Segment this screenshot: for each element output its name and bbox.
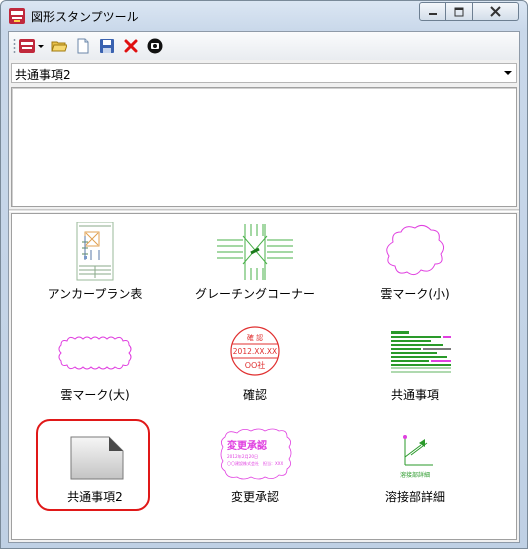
client-area: 共通事項2 アンカープラン表 グレーチングコーナー 雲マーク(小) 雲マーク(大… [8, 31, 520, 543]
app-stamp-icon [9, 8, 25, 24]
chevron-down-icon[interactable] [504, 71, 512, 75]
stamp-label: 変更承認 [230, 490, 279, 504]
stamp-item-cloud-small[interactable]: 雲マーク(小) [335, 216, 495, 316]
maximize-button[interactable] [446, 2, 473, 21]
weld-detail-thumbnail: 溶接部詳細 [400, 435, 433, 479]
category-selected-value: 共通事項2 [15, 68, 71, 82]
cloud-small-thumbnail [386, 224, 445, 276]
minimize-button[interactable] [419, 2, 446, 21]
close-icon [490, 6, 501, 17]
approval-company-text: 〇〇建設株式会社 担当：XXX [227, 460, 283, 466]
floppy-disk-icon [100, 39, 114, 53]
camera-icon [147, 38, 163, 54]
stamp-item-change-approval[interactable]: 変更承認 2012年2月20日 〇〇建設株式会社 担当：XXX 変更承認 [175, 419, 335, 519]
stamp-item-cloud-large[interactable]: 雲マーク(大) [15, 317, 175, 417]
stamp-label: 確認 [242, 388, 267, 402]
app-window: 図形スタンプツール 共通事項2 アンカープラン表 グレーチングコーナー 雲マーク… [0, 0, 528, 549]
delete-button[interactable] [121, 36, 141, 56]
common-items-thumbnail [391, 331, 451, 375]
title-bar[interactable]: 図形スタンプツール [1, 1, 527, 31]
new-document-icon [77, 38, 89, 54]
close-button[interactable] [473, 2, 519, 21]
panel-splitter[interactable] [9, 209, 519, 212]
confirm-seal-thumbnail: 確 認 2012.XX.XX OO社 [230, 326, 280, 376]
change-approval-thumbnail: 変更承認 2012年2月20日 〇〇建設株式会社 担当：XXX [220, 428, 292, 480]
cloud-large-thumbnail [58, 336, 132, 370]
stamp-label: グレーチングコーナー [194, 287, 315, 301]
toolbar-grip[interactable] [13, 38, 16, 54]
approval-title-text: 変更承認 [227, 439, 267, 452]
stamp-label: 雲マーク(小) [380, 287, 450, 301]
folder-open-icon [51, 41, 67, 52]
capture-button[interactable] [145, 36, 165, 56]
anchor-plan-thumbnail [76, 222, 114, 281]
red-x-icon [124, 39, 138, 53]
stamp-label: 共通事項 [390, 388, 439, 402]
selection-highlight [36, 419, 150, 511]
stamp-gallery: アンカープラン表 グレーチングコーナー 雲マーク(小) 雲マーク(大) 確 認 … [11, 213, 517, 540]
seal-bottom-text: OO社 [245, 360, 266, 370]
toolbar [9, 32, 519, 60]
stamp-label: 雲マーク(大) [60, 388, 130, 402]
seal-date-text: 2012.XX.XX [233, 347, 277, 356]
approval-date-text: 2012年2月20日 [227, 453, 258, 460]
stamp-item-common-items[interactable]: 共通事項 [335, 317, 495, 417]
minimize-icon [428, 12, 437, 15]
new-button[interactable] [73, 36, 93, 56]
stamp-label: アンカープラン表 [47, 287, 143, 301]
stamp-item-grating-corner[interactable]: グレーチングコーナー [175, 216, 335, 316]
save-button[interactable] [97, 36, 117, 56]
stamp-dropdown-icon [19, 39, 44, 53]
stamp-menu-button[interactable] [19, 36, 45, 56]
open-button[interactable] [49, 36, 69, 56]
stamp-item-anchor-plan[interactable]: アンカープラン表 [15, 216, 175, 316]
category-select[interactable]: 共通事項2 [11, 63, 517, 83]
weld-caption-text: 溶接部詳細 [400, 471, 430, 479]
window-title: 図形スタンプツール [31, 10, 139, 24]
memo-textarea[interactable] [11, 87, 517, 207]
stamp-label: 溶接部詳細 [384, 490, 445, 504]
grating-corner-thumbnail [217, 224, 293, 280]
seal-top-text: 確 認 [247, 333, 263, 342]
stamp-item-weld-detail[interactable]: 溶接部詳細 溶接部詳細 [335, 419, 495, 519]
maximize-icon [454, 7, 464, 16]
stamp-item-confirm[interactable]: 確 認 2012.XX.XX OO社 確認 [175, 317, 335, 417]
